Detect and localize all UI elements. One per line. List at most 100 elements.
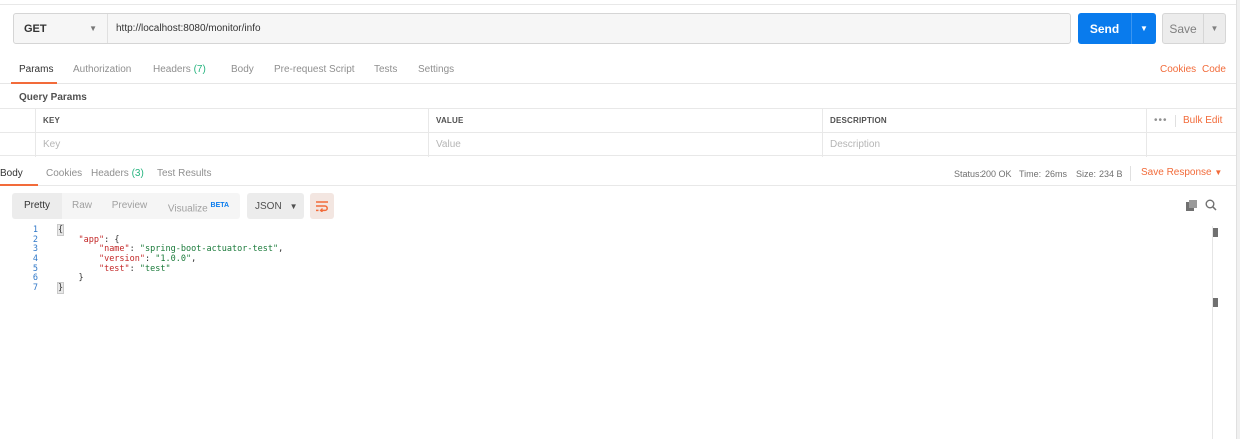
tab-pre-request-script[interactable]: Pre-request Script <box>274 64 355 75</box>
code-line: } <box>56 282 283 295</box>
response-tabs: Body Cookies Headers (3) Test Results St… <box>0 162 1240 186</box>
row-handle-cell <box>8 133 36 157</box>
line-number-gutter: 1 2 3 4 5 6 7 <box>12 225 46 294</box>
json-key: "name" <box>98 244 130 255</box>
params-input-row: Key Value Description <box>0 132 1240 157</box>
tab-headers[interactable]: Headers (7) <box>153 64 206 75</box>
save-response-label: Save Response <box>1141 167 1212 178</box>
value-input[interactable]: Value <box>429 133 823 157</box>
visualize-label: Visualize <box>167 203 208 215</box>
line-number: 5 <box>32 263 38 274</box>
query-params-title: Query Params <box>19 92 87 103</box>
description-input[interactable]: Description <box>823 133 1147 157</box>
method-label: GET <box>24 22 47 35</box>
request-tabs: Params Authorization Headers (7) Body Pr… <box>0 58 1240 84</box>
line-number: 2 <box>32 234 38 245</box>
search-icon[interactable] <box>1205 199 1217 211</box>
status-label: Status: <box>954 169 983 179</box>
json-key: "test" <box>98 263 130 274</box>
tab-tests[interactable]: Tests <box>374 64 397 75</box>
editor-scrollbar[interactable] <box>1212 226 1223 439</box>
tab-headers-label: Headers <box>153 64 191 75</box>
time-value[interactable]: 26ms <box>1045 169 1067 179</box>
json-string: "test" <box>139 263 171 274</box>
more-options-icon[interactable]: ••• <box>1154 109 1168 133</box>
format-select[interactable]: JSON ▼ <box>247 193 304 219</box>
save-response-button[interactable]: Save Response ▼ <box>1141 167 1222 178</box>
top-strip <box>0 0 1240 5</box>
response-tab-headers[interactable]: Headers (3) <box>91 168 144 179</box>
bulk-edit-link[interactable]: Bulk Edit <box>1183 109 1222 133</box>
headers-count: (7) <box>193 64 206 75</box>
view-raw-button[interactable]: Raw <box>62 193 102 219</box>
json-punctuation: : { <box>104 234 120 245</box>
response-headers-count: (3) <box>131 168 144 179</box>
response-headers-label: Headers <box>91 168 129 179</box>
active-tab-indicator <box>11 82 57 84</box>
response-tab-test-results[interactable]: Test Results <box>157 168 211 179</box>
line-number: 1 <box>32 225 38 235</box>
line-number: 3 <box>32 244 38 255</box>
view-pretty-button[interactable]: Pretty <box>12 193 62 219</box>
status-value[interactable]: 200 OK <box>981 169 1012 179</box>
params-actions: ••• Bulk Edit <box>1147 109 1240 133</box>
column-header-key: KEY <box>36 109 429 133</box>
scrollbar-marker <box>1213 228 1218 237</box>
response-tab-body[interactable]: Body <box>0 168 23 179</box>
chevron-down-icon: ▼ <box>1214 168 1223 177</box>
send-label: Send <box>1089 21 1120 36</box>
chevron-down-icon: ▼ <box>289 201 298 211</box>
tab-authorization[interactable]: Authorization <box>73 64 131 75</box>
brace: { <box>56 224 65 236</box>
key-input[interactable]: Key <box>36 133 429 157</box>
params-table: KEY VALUE DESCRIPTION ••• Bulk Edit Key … <box>0 108 1240 157</box>
wrap-lines-button[interactable] <box>310 193 334 219</box>
format-label: JSON <box>255 200 282 212</box>
request-url-bar: GET ▼ <box>13 13 1071 44</box>
window-scrollbar[interactable] <box>1236 0 1240 439</box>
brace: } <box>56 282 65 295</box>
copy-icon[interactable] <box>1186 200 1198 211</box>
time-label: Time: <box>1019 169 1042 179</box>
column-header-description: DESCRIPTION <box>823 109 1147 133</box>
tab-body[interactable]: Body <box>231 64 254 75</box>
active-response-tab-indicator <box>0 184 38 186</box>
code-line: "test": "test" <box>98 263 171 274</box>
brace: } <box>78 273 84 284</box>
code-link[interactable]: Code <box>1202 64 1226 75</box>
json-string: "spring-boot-actuator-test" <box>139 244 279 255</box>
json-string: "1.0.0" <box>155 254 192 265</box>
size-label: Size: <box>1076 169 1097 179</box>
column-header-value: VALUE <box>429 109 823 133</box>
view-preview-button[interactable]: Preview <box>102 193 157 219</box>
line-number: 7 <box>32 283 38 294</box>
tab-params[interactable]: Params <box>19 64 53 75</box>
chevron-down-icon[interactable]: ▼ <box>1132 24 1156 33</box>
code-line: } <box>58 274 283 284</box>
send-button[interactable]: Send ▼ <box>1078 13 1156 44</box>
params-header-row: KEY VALUE DESCRIPTION ••• Bulk Edit <box>0 108 1240 133</box>
save-label: Save <box>1169 21 1197 36</box>
json-key: "app" <box>78 234 105 245</box>
actions-divider <box>1175 115 1176 127</box>
response-tab-cookies[interactable]: Cookies <box>46 168 82 179</box>
view-visualize-button[interactable]: Visualize BETA <box>157 193 240 219</box>
response-body-editor[interactable]: 1 2 3 4 5 6 7 { "app": { "name": "spring… <box>12 224 1225 439</box>
scrollbar-marker <box>1213 298 1218 307</box>
cookies-link[interactable]: Cookies <box>1160 64 1196 75</box>
json-key: "version" <box>98 254 146 265</box>
line-number: 6 <box>32 273 38 284</box>
wrap-lines-icon <box>316 201 328 212</box>
meta-divider <box>1130 166 1131 181</box>
url-input[interactable] <box>108 14 1070 43</box>
chevron-down-icon[interactable]: ▼ <box>1204 24 1225 33</box>
method-select[interactable]: GET ▼ <box>14 14 108 43</box>
chevron-down-icon: ▼ <box>89 24 97 33</box>
row-handle-cell <box>8 109 36 133</box>
beta-badge: BETA <box>210 202 230 209</box>
code-content: { "app": { "name": "spring-boot-actuator… <box>56 224 283 295</box>
empty-actions-cell <box>1147 133 1240 157</box>
save-button[interactable]: Save ▼ <box>1162 13 1226 44</box>
tab-settings[interactable]: Settings <box>418 64 454 75</box>
size-value[interactable]: 234 B <box>1099 169 1123 179</box>
